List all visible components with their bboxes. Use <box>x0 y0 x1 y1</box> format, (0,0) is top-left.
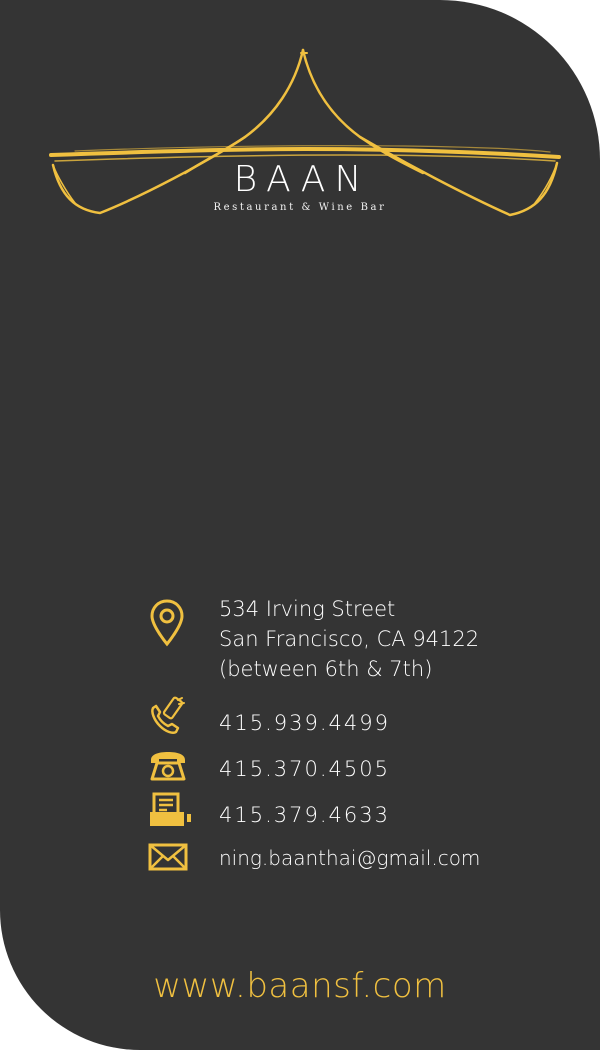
phone-number[interactable]: 415.370.4505 <box>219 757 390 781</box>
fax-number[interactable]: 415.379.4633 <box>219 803 390 827</box>
mobile-phone-icon <box>151 696 185 734</box>
address-cross-streets: (between 6th & 7th) <box>219 657 433 681</box>
brand-name: BAAN <box>233 159 371 200</box>
envelope-icon <box>148 843 188 871</box>
mobile-number[interactable]: 415.939.4499 <box>219 711 390 735</box>
location-pin-icon <box>150 599 184 647</box>
brand-tagline: Restaurant & Wine Bar <box>213 202 387 213</box>
website-link[interactable]: www.baansf.com <box>0 966 600 1006</box>
fax-icon <box>150 792 191 826</box>
address-city: San Francisco, CA 94122 <box>219 627 480 651</box>
business-card: BAAN Restaurant & Wine Bar 534 Irving St… <box>0 0 600 1050</box>
address-block: 534 Irving Street San Francisco, CA 9412… <box>219 594 479 684</box>
email-link[interactable]: ning.baanthai@gmail.com <box>219 846 480 870</box>
address-street: 534 Irving Street <box>219 597 396 621</box>
telephone-icon <box>150 752 186 781</box>
